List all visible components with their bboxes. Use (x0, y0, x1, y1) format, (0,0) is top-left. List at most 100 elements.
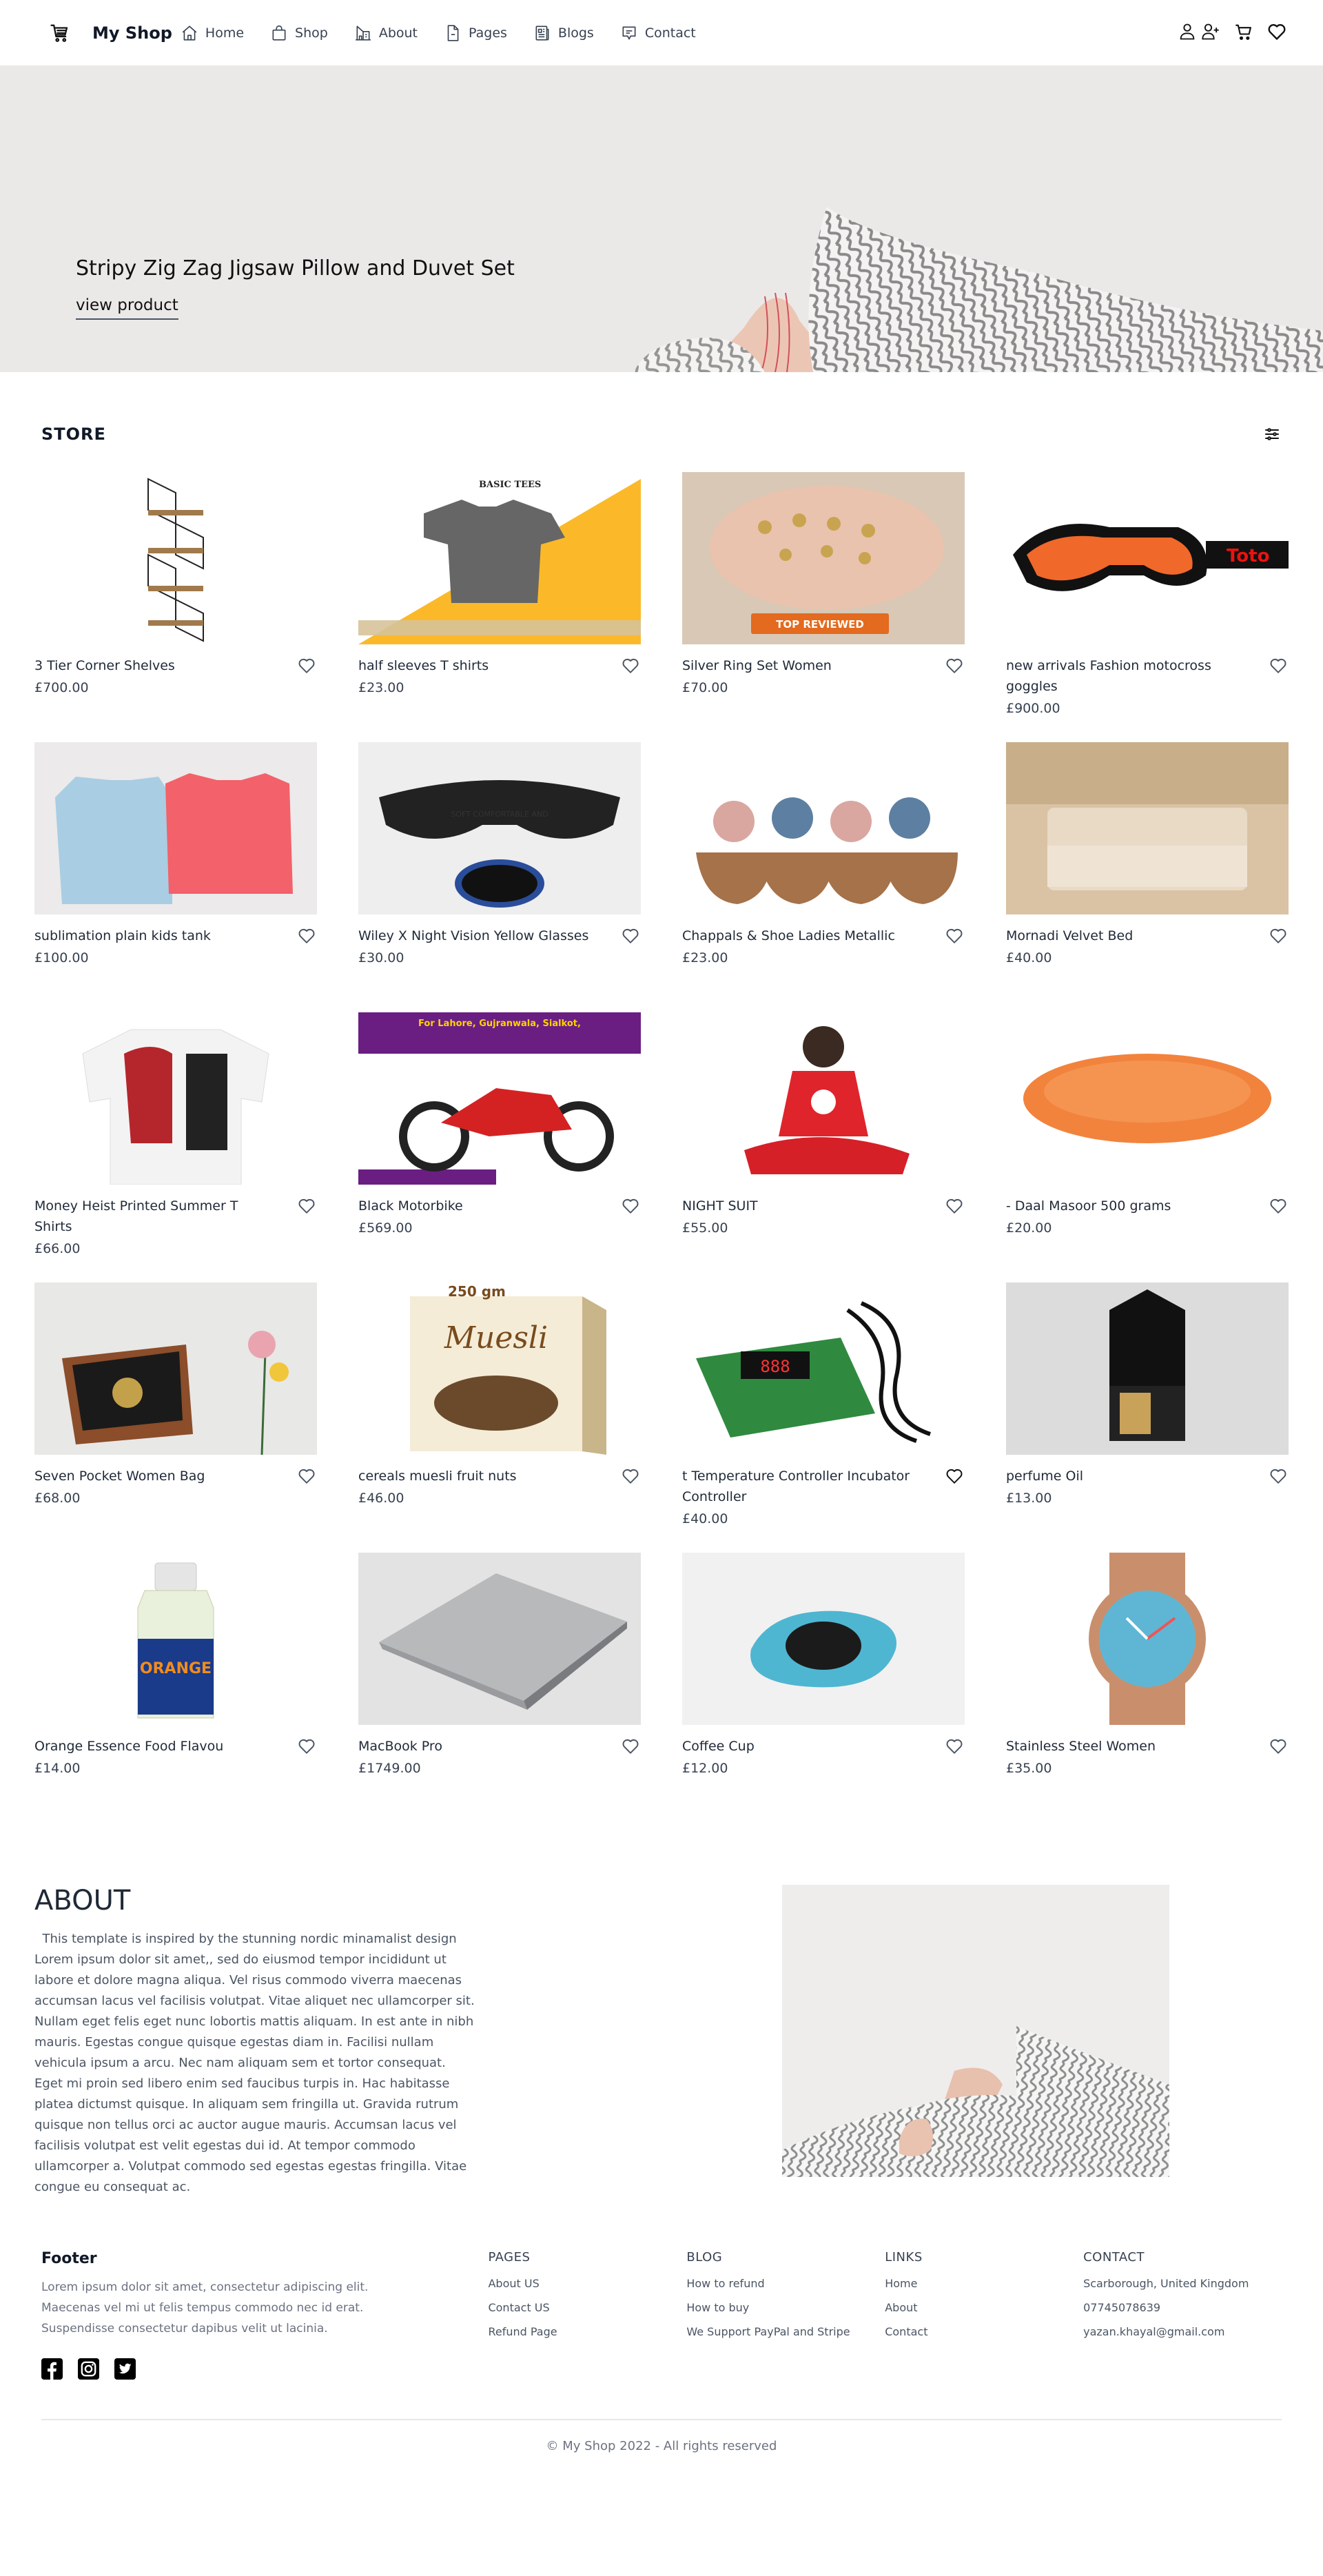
product-image[interactable]: 888 (682, 1282, 965, 1455)
footer-link-about-us[interactable]: About US (488, 2271, 686, 2296)
product-card[interactable]: sublimation plain kids tank £100.00 (34, 742, 317, 1012)
product-card[interactable]: perfume Oil £13.00 (1006, 1282, 1289, 1553)
add-to-wishlist-button[interactable] (296, 1736, 317, 1757)
brand-link[interactable]: My Shop (50, 23, 181, 43)
product-title[interactable]: Seven Pocket Women Bag (34, 1466, 205, 1486)
product-title[interactable]: new arrivals Fashion motocross goggles (1006, 655, 1251, 697)
product-card[interactable]: Stainless Steel Women £35.00 (1006, 1553, 1289, 1823)
product-card[interactable]: NIGHT SUIT £55.00 (682, 1012, 965, 1282)
add-to-wishlist-button[interactable] (944, 926, 965, 946)
add-to-wishlist-button[interactable] (620, 926, 641, 946)
add-to-wishlist-button[interactable] (620, 655, 641, 676)
product-card[interactable]: Toto new arrivals Fashion motocross goggl… (1006, 472, 1289, 742)
product-image[interactable] (34, 742, 317, 914)
product-image[interactable]: ORANGE (34, 1553, 317, 1725)
nav-pages[interactable]: Pages (444, 24, 507, 42)
product-card[interactable]: 3 Tier Corner Shelves £700.00 (34, 472, 317, 742)
product-card[interactable]: 888 t Temperature Controller Incubator Co… (682, 1282, 965, 1553)
nav-contact[interactable]: Contact (620, 24, 696, 42)
footer-link-contact[interactable]: Contact (885, 2320, 1083, 2344)
product-card[interactable]: BASIC TEES half sleeves T shirts £23.00 (358, 472, 641, 742)
cart-button[interactable] (1233, 21, 1254, 43)
product-card[interactable]: ORANGE Orange Essence Food Flavou £14.00 (34, 1553, 317, 1823)
add-to-wishlist-button[interactable] (620, 1466, 641, 1486)
product-card[interactable]: For Lahore, Gujranwala, Sialkot, Black Mo… (358, 1012, 641, 1282)
footer-link-paypal-stripe[interactable]: We Support PayPal and Stripe (686, 2320, 885, 2344)
product-card[interactable]: Mornadi Velvet Bed £40.00 (1006, 742, 1289, 1012)
account-button[interactable] (1177, 21, 1198, 43)
footer-link-how-to-refund[interactable]: How to refund (686, 2271, 885, 2296)
product-title[interactable]: Wiley X Night Vision Yellow Glasses (358, 926, 588, 946)
product-image[interactable] (1006, 1012, 1289, 1185)
product-title[interactable]: Silver Ring Set Women (682, 655, 832, 676)
product-card[interactable]: - Daal Masoor 500 grams £20.00 (1006, 1012, 1289, 1282)
product-title[interactable]: 3 Tier Corner Shelves (34, 655, 175, 676)
product-image[interactable] (358, 1553, 641, 1725)
product-card[interactable]: Money Heist Printed Summer T Shirts £66.0… (34, 1012, 317, 1282)
add-to-wishlist-button[interactable] (296, 655, 317, 676)
product-title[interactable]: cereals muesli fruit nuts (358, 1466, 517, 1486)
add-to-wishlist-button[interactable] (620, 1196, 641, 1216)
nav-blogs[interactable]: Blogs (533, 24, 594, 42)
product-title[interactable]: - Daal Masoor 500 grams (1006, 1196, 1171, 1216)
add-to-wishlist-button[interactable] (1268, 655, 1289, 676)
product-title[interactable]: perfume Oil (1006, 1466, 1083, 1486)
add-to-wishlist-button[interactable] (1268, 1466, 1289, 1486)
add-to-wishlist-button[interactable] (944, 1466, 965, 1486)
product-image[interactable] (34, 1012, 317, 1185)
add-to-wishlist-button[interactable] (944, 1196, 965, 1216)
product-image[interactable] (682, 742, 965, 914)
product-image[interactable]: Toto (1006, 472, 1289, 644)
product-title[interactable]: Chappals & Shoe Ladies Metallic (682, 926, 895, 946)
footer-link-about[interactable]: About (885, 2296, 1083, 2320)
product-image[interactable]: BASIC TEES (358, 472, 641, 644)
product-title[interactable]: Mornadi Velvet Bed (1006, 926, 1133, 946)
product-card[interactable]: Seven Pocket Women Bag £68.00 (34, 1282, 317, 1553)
add-to-wishlist-button[interactable] (944, 1736, 965, 1757)
nav-about[interactable]: About (354, 24, 418, 42)
add-to-wishlist-button[interactable] (296, 926, 317, 946)
product-title[interactable]: Black Motorbike (358, 1196, 463, 1216)
product-image[interactable] (682, 1553, 965, 1725)
product-image[interactable] (1006, 1282, 1289, 1455)
wishlist-button[interactable] (1266, 21, 1287, 43)
product-card[interactable]: Coffee Cup £12.00 (682, 1553, 965, 1823)
add-to-wishlist-button[interactable] (1268, 1736, 1289, 1757)
product-image[interactable]: SOFT COMFORTABLE AND (358, 742, 641, 914)
product-title[interactable]: t Temperature Controller Incubator Contr… (682, 1466, 927, 1507)
twitter-link[interactable] (114, 2358, 136, 2380)
product-title[interactable]: NIGHT SUIT (682, 1196, 758, 1216)
product-image[interactable] (682, 1012, 965, 1185)
product-image[interactable] (1006, 742, 1289, 914)
product-image[interactable]: For Lahore, Gujranwala, Sialkot, (358, 1012, 641, 1185)
nav-shop[interactable]: Shop (270, 24, 328, 42)
product-card[interactable]: Chappals & Shoe Ladies Metallic £23.00 (682, 742, 965, 1012)
product-card[interactable]: MacBook Pro £1749.00 (358, 1553, 641, 1823)
footer-link-home[interactable]: Home (885, 2271, 1083, 2296)
product-image[interactable]: Muesli 250 gm (358, 1282, 641, 1455)
product-image[interactable] (34, 472, 317, 644)
product-title[interactable]: Coffee Cup (682, 1736, 755, 1757)
footer-link-contact-us[interactable]: Contact US (488, 2296, 686, 2320)
product-image[interactable] (34, 1282, 317, 1455)
product-title[interactable]: Stainless Steel Women (1006, 1736, 1156, 1757)
product-card[interactable]: TOP REVIEWED Silver Ring Set Women £70.00 (682, 472, 965, 742)
footer-link-refund-page[interactable]: Refund Page (488, 2320, 686, 2344)
add-to-wishlist-button[interactable] (1268, 926, 1289, 946)
product-image[interactable]: TOP REVIEWED (682, 472, 965, 644)
add-to-wishlist-button[interactable] (296, 1196, 317, 1216)
view-product-link[interactable]: view product (76, 296, 178, 320)
register-button[interactable] (1200, 21, 1221, 43)
facebook-link[interactable] (41, 2358, 63, 2380)
nav-home[interactable]: Home (181, 24, 244, 42)
product-image[interactable] (1006, 1553, 1289, 1725)
product-title[interactable]: Orange Essence Food Flavou (34, 1736, 223, 1757)
add-to-wishlist-button[interactable] (620, 1736, 641, 1757)
product-title[interactable]: half sleeves T shirts (358, 655, 489, 676)
add-to-wishlist-button[interactable] (1268, 1196, 1289, 1216)
instagram-link[interactable] (78, 2358, 99, 2380)
product-title[interactable]: Money Heist Printed Summer T Shirts (34, 1196, 279, 1237)
footer-link-how-to-buy[interactable]: How to buy (686, 2296, 885, 2320)
product-title[interactable]: MacBook Pro (358, 1736, 442, 1757)
product-title[interactable]: sublimation plain kids tank (34, 926, 211, 946)
